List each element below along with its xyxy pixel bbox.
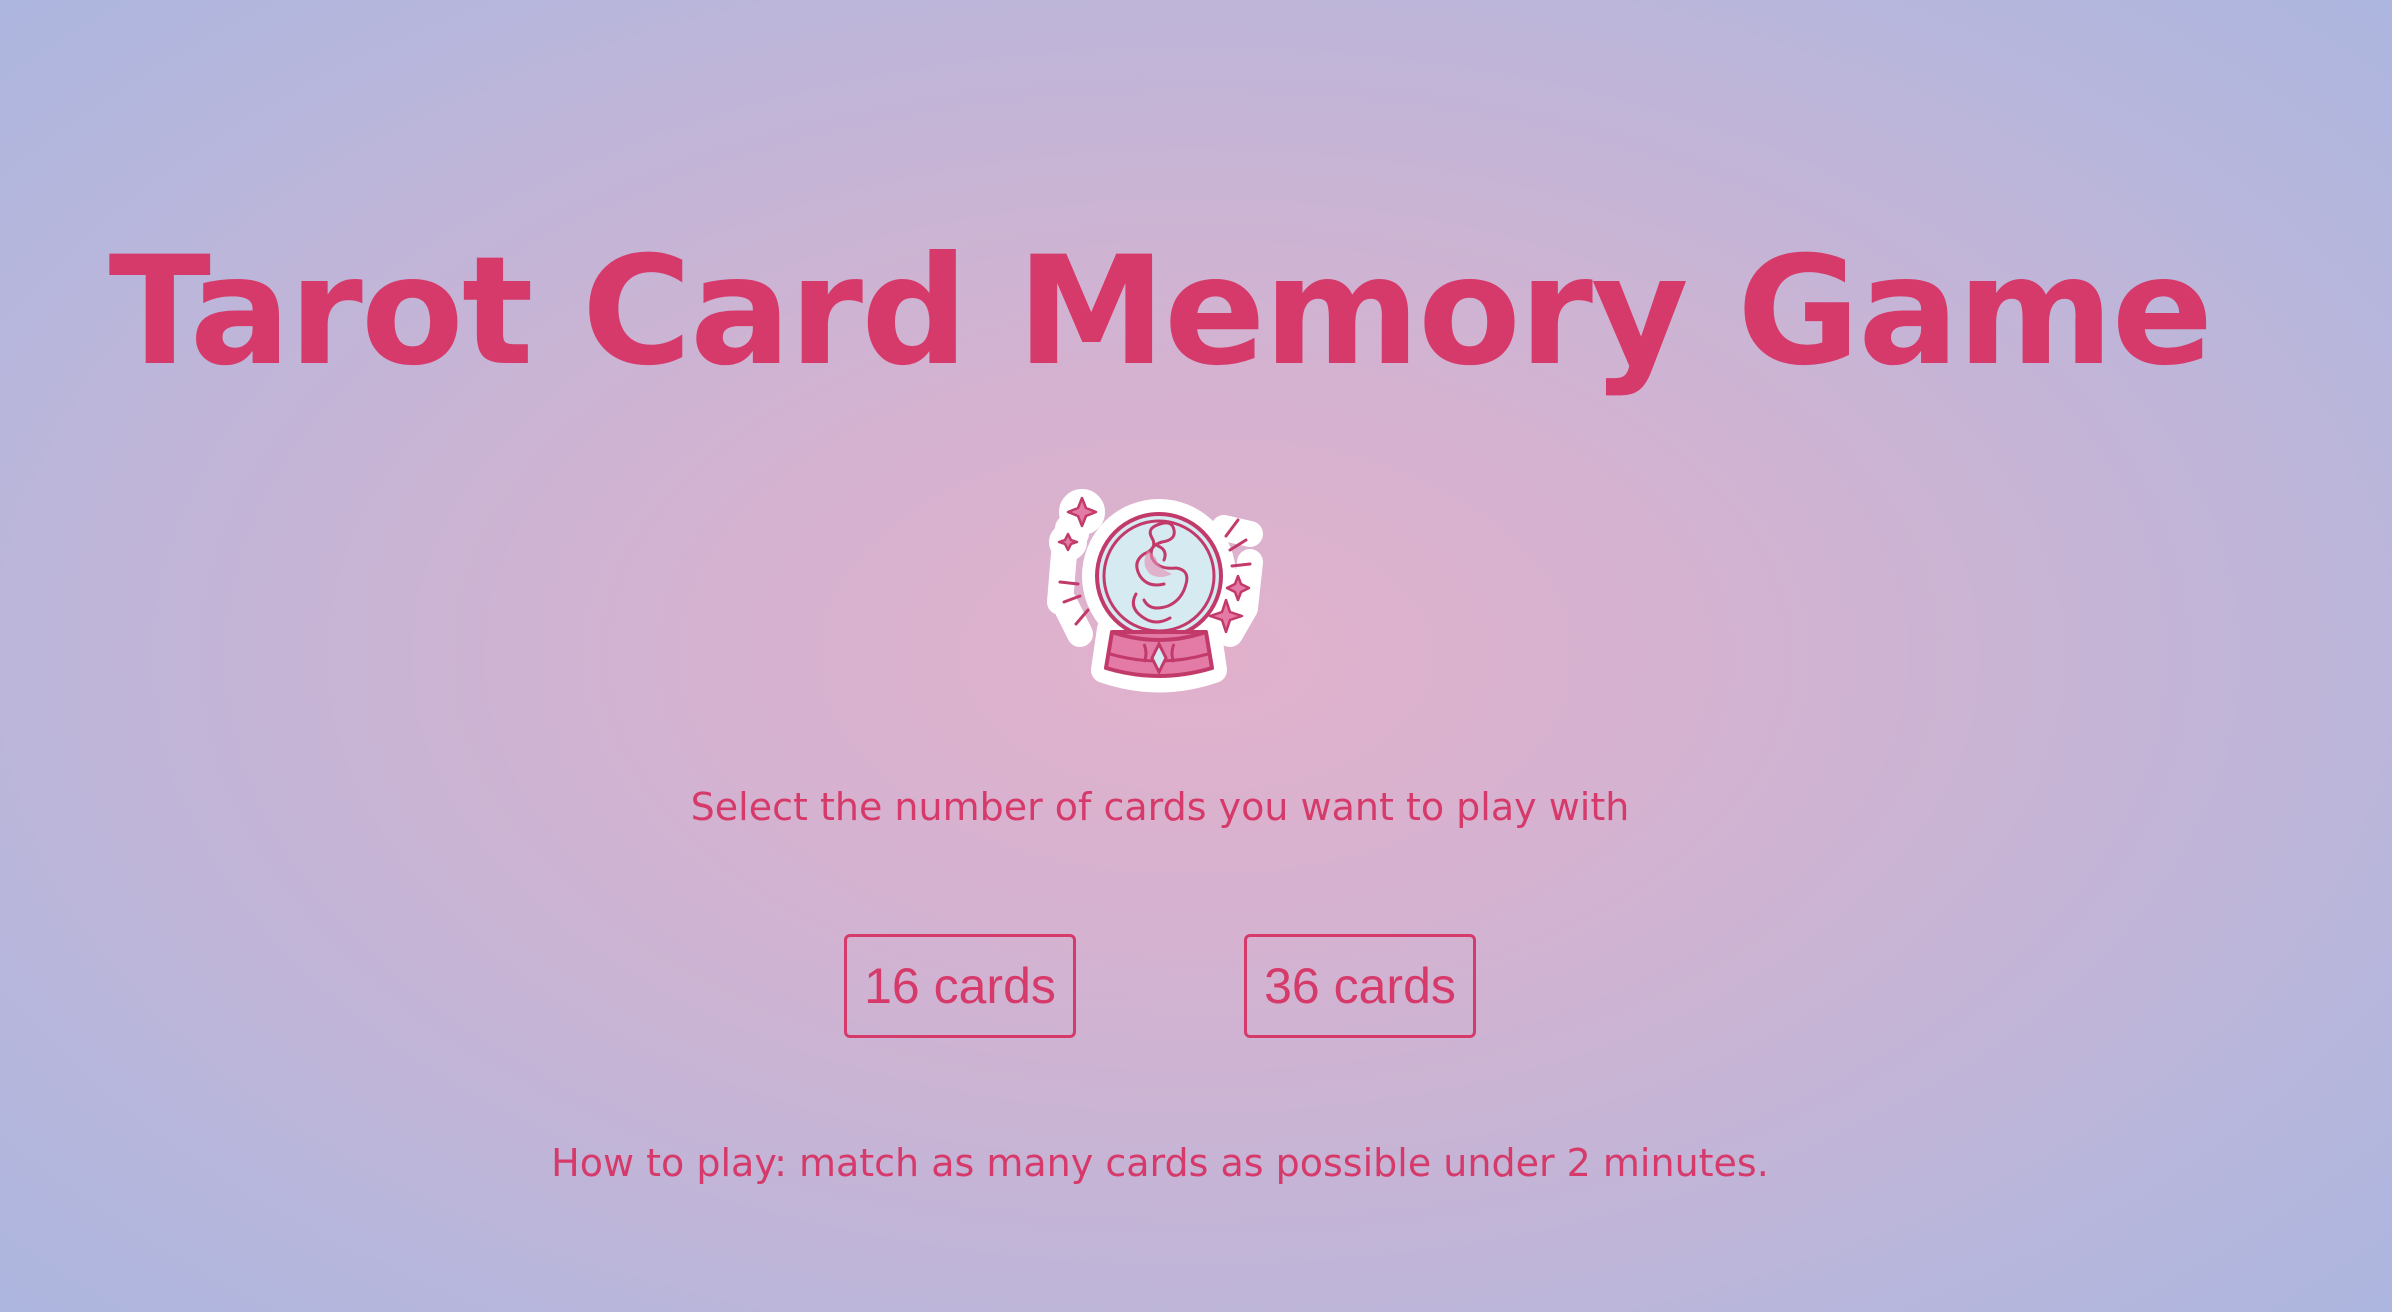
how-to-play-text: How to play: match as many cards as poss… [551,1141,1769,1185]
36-cards-button[interactable]: 36 cards [1244,934,1476,1038]
page-title: Tarot Card Memory Game [108,225,2214,399]
crystal-ball-icon [1047,489,1263,693]
card-count-options: 16 cards 36 cards [0,934,2320,1038]
16-cards-button[interactable]: 16 cards [844,934,1076,1038]
instruction-text: Select the number of cards you want to p… [690,785,1630,829]
